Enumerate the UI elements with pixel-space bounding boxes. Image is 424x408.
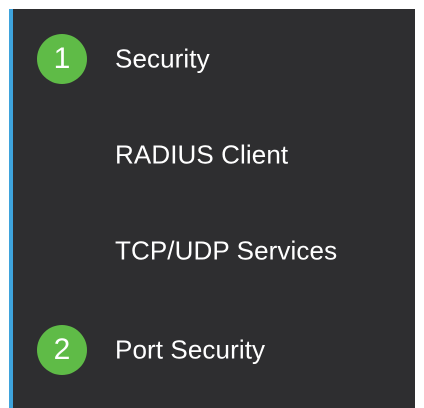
menu-item-label: RADIUS Client [115, 139, 289, 170]
step-badge-2: 2 [37, 325, 87, 375]
menu-item-label: Port Security [115, 334, 266, 365]
navigation-menu-panel: 1 Security RADIUS Client TCP/UDP Service… [9, 9, 415, 408]
menu-item-label: Security [115, 43, 210, 74]
menu-item-radius-client[interactable]: RADIUS Client [9, 128, 415, 182]
menu-item-label: TCP/UDP Services [115, 235, 338, 266]
menu-item-security[interactable]: 1 Security [9, 32, 415, 86]
step-badge-1: 1 [37, 34, 87, 84]
menu-item-port-security[interactable]: 2 Port Security [9, 323, 415, 377]
menu-item-tcp-udp-services[interactable]: TCP/UDP Services [9, 224, 415, 278]
